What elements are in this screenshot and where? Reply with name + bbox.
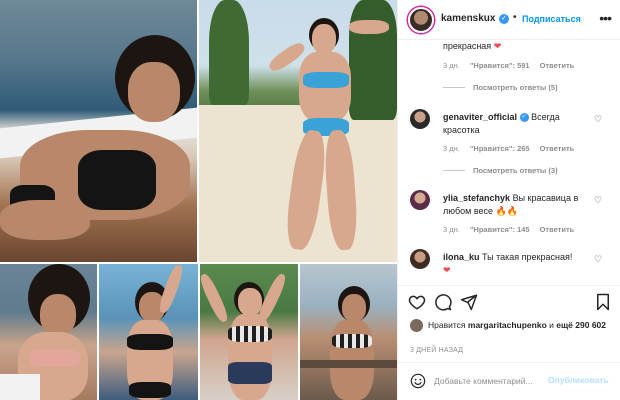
reply-button[interactable]: Ответить (540, 225, 575, 234)
commenter-avatar[interactable] (410, 190, 430, 210)
header-separator: • (513, 12, 517, 23)
author-username[interactable]: kamenskux (441, 13, 495, 24)
bookmark-save-icon[interactable] (594, 293, 612, 311)
comment-likes-count[interactable]: "Нравится": 145 (470, 225, 530, 234)
photo-garden-striped-bikini (200, 264, 298, 400)
post-action-bar (398, 285, 620, 315)
comment-age: 3 дн. (443, 61, 460, 70)
comment-meta: 3 дн. "Нравится": 591 Ответить (443, 61, 574, 70)
view-replies-button[interactable]: Посмотреть ответы (5) (443, 83, 558, 92)
comment-meta: 3 дн. "Нравится": 265 Ответить (443, 144, 574, 153)
comment-age: 3 дн. (443, 225, 460, 234)
more-horizontal-icon[interactable]: ••• (599, 10, 612, 26)
commenter-username[interactable]: genaviter_official (443, 112, 517, 122)
comment-text: Ты такая прекрасная! (482, 252, 573, 262)
comment-text: прекрасная (443, 41, 492, 51)
author-avatar[interactable] (408, 7, 434, 33)
reply-button[interactable]: Ответить (540, 61, 575, 70)
commenter-username[interactable]: ilona_ku (443, 252, 480, 262)
comment-likes-count[interactable]: "Нравится": 265 (470, 144, 530, 153)
emoji-smile-icon[interactable] (410, 373, 426, 389)
liker-avatar[interactable] (410, 319, 423, 332)
post-timestamp[interactable]: 3 ДНЕЙ НАЗАД (410, 347, 463, 354)
post-comment-button[interactable]: Опубликовать (548, 375, 609, 385)
photo-beach-blue-bikini (199, 0, 397, 262)
share-send-icon[interactable] (460, 293, 478, 311)
likes-count[interactable]: ещё 290 602 (556, 320, 606, 330)
liker-username[interactable]: margaritachupenko (468, 320, 547, 330)
like-comment-heart-icon[interactable]: ♡ (594, 254, 602, 265)
like-comment-heart-icon[interactable]: ♡ (594, 195, 602, 206)
follow-button[interactable]: Подписаться (522, 14, 581, 24)
like-heart-icon[interactable] (408, 293, 426, 311)
comment-age: 3 дн. (443, 144, 460, 153)
likes-summary: Нравится margaritachupenko и ещё 290 602 (398, 315, 620, 345)
red-heart-emoji-icon: ❤ (443, 265, 451, 275)
view-replies-button[interactable]: Посмотреть ответы (3) (443, 166, 558, 175)
post-header: kamenskux ✓ • Подписаться ••• (398, 0, 620, 40)
comment-likes-count[interactable]: "Нравится": 591 (470, 61, 530, 70)
reply-button[interactable]: Ответить (540, 144, 575, 153)
likes-conjunction: и (549, 320, 554, 330)
commenter-username[interactable]: ylia_stefanchyk (443, 193, 510, 203)
photo-sea-black-bikini (99, 264, 198, 400)
comment-meta: 3 дн. "Нравится": 145 Ответить (443, 225, 574, 234)
likes-prefix: Нравится (428, 320, 466, 330)
verified-badge-icon: ✓ (519, 113, 529, 123)
photo-yacht-pink-bikini (0, 264, 97, 400)
photo-yacht-black-bikini (0, 0, 197, 262)
comment-bubble-icon[interactable] (434, 293, 452, 311)
fire-emoji-icon: 🔥🔥 (495, 206, 518, 216)
like-comment-heart-icon[interactable]: ♡ (594, 114, 602, 125)
post-media-collage[interactable] (0, 0, 397, 400)
photo-terrace-striped-bikini (300, 264, 397, 400)
add-comment-bar: Опубликовать (398, 362, 620, 400)
commenter-avatar[interactable] (410, 249, 430, 269)
comment-input[interactable] (434, 374, 544, 388)
post-sidebar: kamenskux ✓ • Подписаться ••• прекрасная… (397, 0, 620, 400)
verified-badge-icon: ✓ (499, 14, 509, 24)
comments-list: прекрасная ❤ 3 дн. "Нравится": 591 Ответ… (398, 40, 620, 285)
commenter-avatar[interactable] (410, 109, 430, 129)
red-heart-emoji-icon: ❤ (493, 41, 502, 51)
